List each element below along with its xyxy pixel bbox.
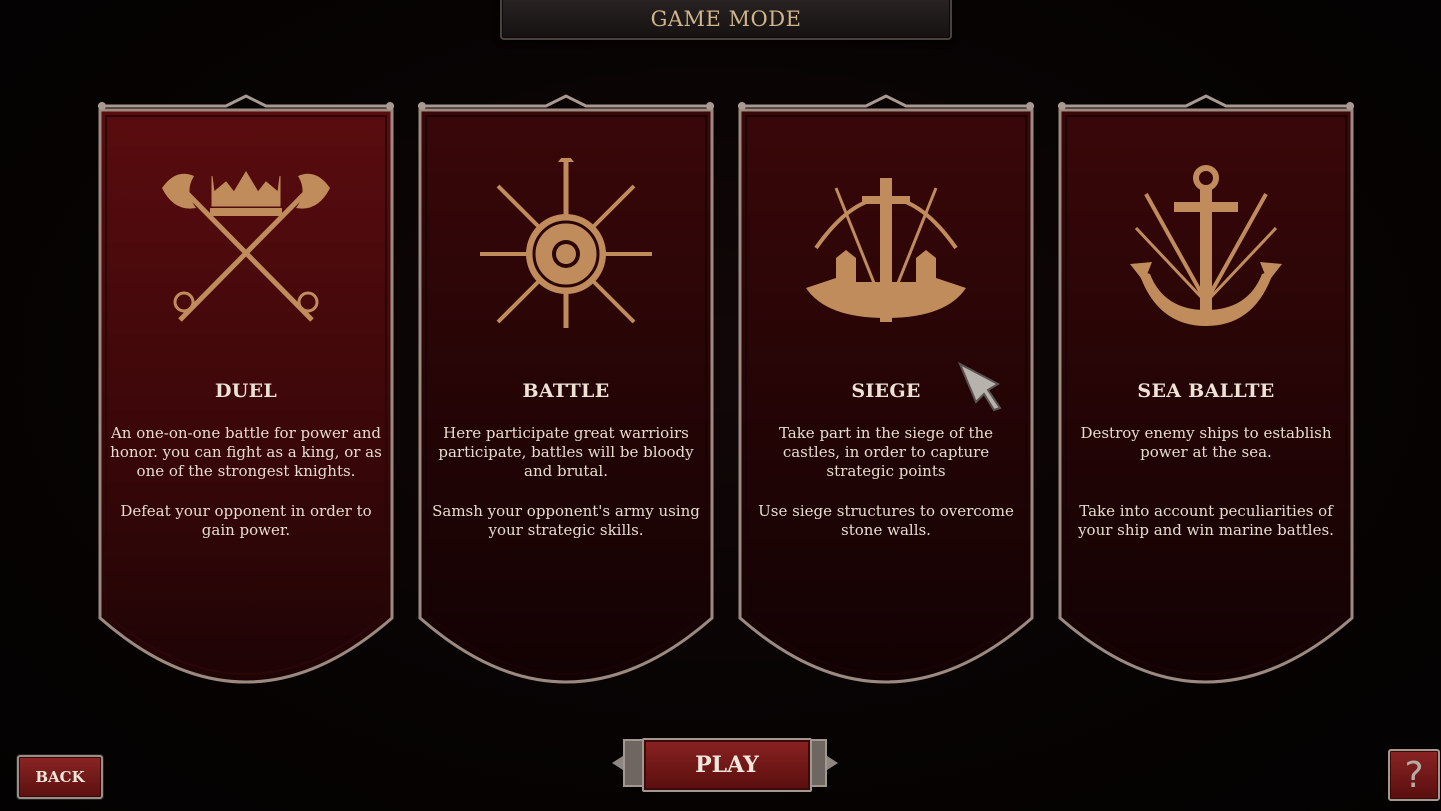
- mode-description: Destroy enemy ships to establish power a…: [1080, 424, 1332, 461]
- play-button-label: PLAY: [695, 752, 759, 778]
- play-button[interactable]: PLAY: [612, 732, 838, 794]
- back-button-label: BACK: [35, 768, 85, 786]
- mode-title: DUEL: [214, 380, 278, 402]
- anchor-spears-icon: [1116, 158, 1296, 338]
- mode-card-duel[interactable]: DUEL An one-on-one battle for power and …: [96, 94, 396, 690]
- mode-card-sea-battle[interactable]: SEA BALLTE Destroy enemy ships to establ…: [1056, 94, 1356, 690]
- mode-card-battle[interactable]: BATTLE Here participate great warrioirs …: [416, 94, 716, 690]
- back-button[interactable]: BACK: [17, 755, 103, 799]
- siege-tower-icon: [796, 158, 976, 338]
- title-plate: GAME MODE: [500, 0, 952, 40]
- mode-description: Take part in the siege of the castles, i…: [778, 424, 994, 480]
- page-title: GAME MODE: [650, 7, 802, 31]
- mode-description-secondary: Defeat your opponent in order to gain po…: [120, 502, 372, 539]
- mode-description-secondary: Use siege structures to overcome stone w…: [758, 502, 1014, 539]
- crossed-axes-crown-icon: [156, 158, 336, 338]
- mode-description-secondary: Samsh your opponent's army using your st…: [432, 502, 700, 539]
- mode-description: An one-on-one battle for power and honor…: [110, 424, 382, 480]
- mode-title: BATTLE: [522, 380, 610, 402]
- mode-description-secondary: Take into account peculiarities of your …: [1078, 502, 1334, 539]
- help-button[interactable]: ?: [1388, 749, 1440, 801]
- shield-spears-icon: [476, 152, 656, 338]
- help-question-icon: ?: [1404, 754, 1424, 796]
- mode-description: Here participate great warrioirs partici…: [438, 424, 694, 480]
- mode-title: SEA BALLTE: [1137, 380, 1275, 402]
- arrow-cursor-icon: [958, 362, 1002, 412]
- play-button-face[interactable]: PLAY: [642, 738, 812, 792]
